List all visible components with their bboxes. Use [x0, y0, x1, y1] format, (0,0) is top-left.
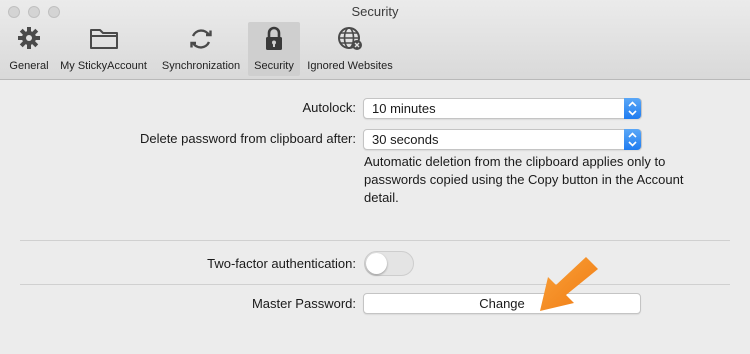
tab-synchronization-label: Synchronization [161, 60, 241, 72]
clipboard-select[interactable]: 30 seconds [363, 129, 642, 150]
tab-ignored-websites[interactable]: Ignored Websites [302, 22, 398, 76]
autolock-chevron-updown-icon [624, 98, 641, 119]
master-password-label: Master Password: [251, 296, 356, 311]
sync-icon [190, 29, 212, 49]
tab-security-label: Security [254, 60, 294, 72]
tab-general-label: General [9, 60, 49, 72]
two-factor-toggle[interactable] [364, 251, 414, 276]
clipboard-chevron-updown-icon [624, 129, 641, 150]
gear-icon [18, 27, 40, 49]
toggle-knob [366, 253, 387, 274]
globe-blocked-icon [338, 27, 362, 50]
clipboard-label: Delete password from clipboard after: [139, 131, 356, 146]
tab-security[interactable]: Security [248, 22, 300, 76]
tab-ignored-websites-label: Ignored Websites [307, 60, 393, 72]
divider [20, 240, 730, 241]
preferences-window: Security General My StickyAccount Synchr… [0, 0, 750, 354]
annotation-arrow-icon [540, 257, 598, 311]
tab-synchronization[interactable]: Synchronization [156, 22, 246, 76]
lock-icon [266, 26, 282, 50]
clipboard-note: Automatic deletion from the clipboard ap… [364, 153, 714, 207]
two-factor-label: Two-factor authentication: [207, 256, 356, 271]
autolock-select[interactable]: 10 minutes [363, 98, 642, 119]
autolock-value: 10 minutes [372, 101, 436, 116]
clipboard-note-line: Automatic deletion from the clipboard ap… [364, 154, 666, 169]
window-title: Security [351, 4, 399, 19]
divider [20, 284, 730, 285]
folder-icon [89, 29, 118, 49]
tab-general[interactable]: General [4, 22, 54, 76]
tab-my-stickyaccount[interactable]: My StickyAccount [55, 22, 152, 76]
clipboard-note-line: detail. [364, 190, 399, 205]
tab-my-stickyaccount-label: My StickyAccount [60, 60, 147, 72]
autolock-label: Autolock: [302, 100, 356, 115]
clipboard-value: 30 seconds [372, 132, 439, 147]
titlebar: Security General My StickyAccount Synchr… [0, 0, 750, 80]
clipboard-note-line: passwords copied using the Copy button i… [364, 172, 684, 187]
